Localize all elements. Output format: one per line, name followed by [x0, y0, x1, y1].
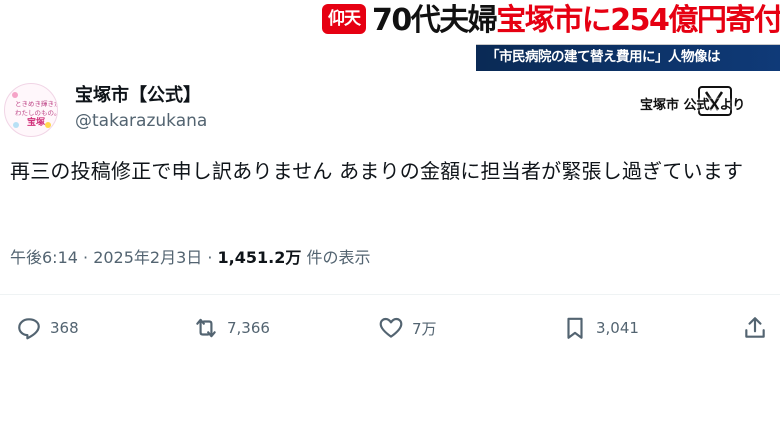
- tweet-meta: 午後6:14 · 2025年2月3日 · 1,451.2万 件の表示: [10, 244, 370, 268]
- avatar-text-3: 宝塚: [27, 118, 46, 128]
- caption-subtitle: 「市民病院の建て替え費用に」人物像は: [486, 49, 721, 65]
- avatar-dot: [45, 122, 51, 128]
- headline-part-2: 宝塚市に254億円寄付: [496, 3, 780, 38]
- bookmark-count: 3,041: [596, 319, 639, 337]
- like-button[interactable]: 7万: [378, 314, 437, 342]
- headline-part-1: 70代夫婦: [372, 3, 498, 38]
- divider: [0, 294, 780, 295]
- source-credit: 宝塚市 公式Xより: [640, 98, 746, 113]
- repost-icon: [196, 318, 216, 338]
- caption-badge: 仰天: [322, 4, 366, 34]
- repost-button[interactable]: 7,366: [193, 314, 270, 342]
- like-count: 7万: [412, 319, 437, 338]
- share-button[interactable]: [742, 314, 768, 342]
- avatar-dot: [13, 122, 19, 128]
- bookmark-icon: [567, 317, 583, 339]
- caption-headline: 70代夫婦宝塚市に254億円寄付: [372, 0, 780, 42]
- reply-icon: [18, 318, 40, 340]
- reply-count: 368: [50, 319, 79, 337]
- account-name[interactable]: 宝塚市【公式】: [75, 81, 201, 107]
- tweet-view-label: 件の表示: [301, 248, 371, 267]
- tweet-text: 再三の投稿修正で申し訳ありません あまりの金額に担当者が緊張し過ぎています: [10, 159, 744, 183]
- avatar[interactable]: ときめき輝きが わたしのもの。 宝塚: [4, 83, 58, 137]
- bookmark-button[interactable]: 3,041: [562, 314, 639, 342]
- heart-icon: [379, 317, 403, 338]
- repost-count: 7,366: [227, 319, 270, 337]
- reply-button[interactable]: 368: [16, 314, 79, 342]
- tweet-view-count: 1,451.2万: [217, 248, 302, 267]
- tweet-timestamp[interactable]: 午後6:14 · 2025年2月3日 ·: [10, 248, 218, 267]
- share-icon: [745, 317, 765, 338]
- account-handle[interactable]: @takarazukana: [75, 111, 207, 131]
